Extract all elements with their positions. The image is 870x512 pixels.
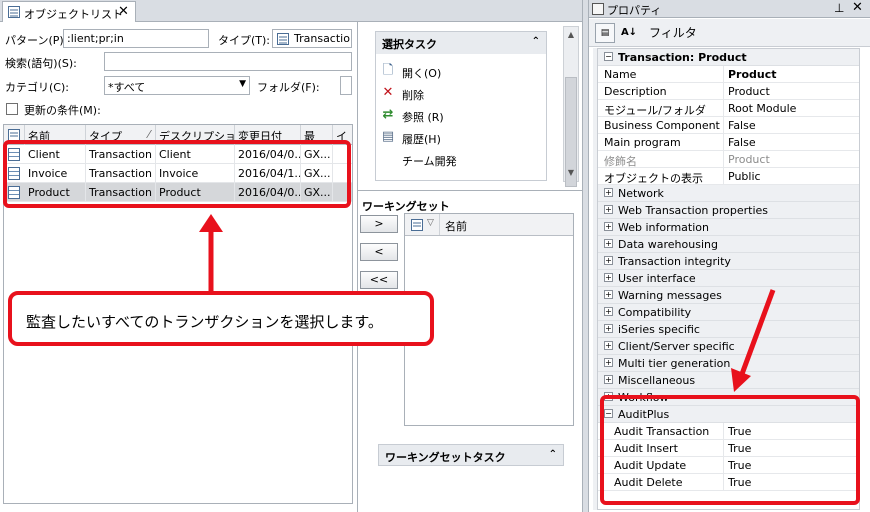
arrow-up-to-grid — [199, 214, 223, 293]
annotation-arrows — [199, 214, 776, 392]
annotation-callout-text: 監査したいすべてのトランザクションを選択します。 — [26, 313, 383, 331]
arrow-down-to-auditplus — [731, 289, 776, 392]
annotation-callout: 監査したいすべてのトランザクションを選択します。 — [8, 291, 434, 346]
